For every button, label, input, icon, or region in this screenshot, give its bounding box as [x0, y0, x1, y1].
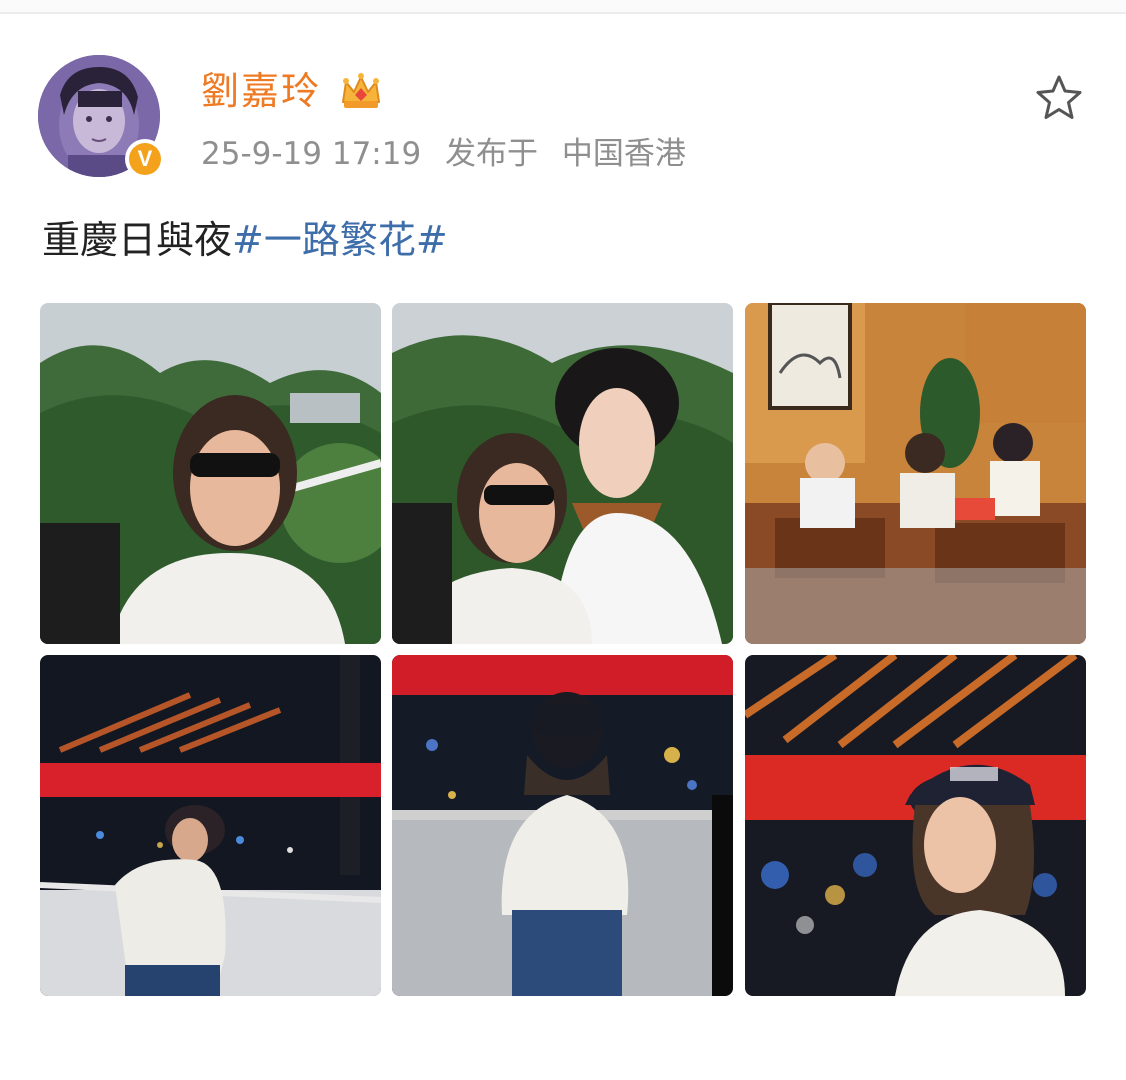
star-icon[interactable]: [1033, 72, 1085, 124]
verified-v-icon: V: [129, 143, 161, 175]
location-prefix: 发布于: [445, 136, 539, 172]
avatar-container[interactable]: V: [38, 55, 165, 179]
photo-2[interactable]: [392, 303, 733, 644]
weibo-post: V 劉嘉玲 25-9-19 17:19 发布于 中国香港 重慶日與夜#一路繁花#: [0, 0, 1126, 1080]
crown-icon: [342, 73, 380, 108]
photo-6[interactable]: [745, 655, 1086, 996]
photo-1[interactable]: [40, 303, 381, 644]
hashtag-link[interactable]: #一路繁花#: [232, 218, 448, 262]
photo-grid: [40, 303, 1086, 996]
verified-badge: V: [125, 139, 165, 179]
post-location[interactable]: 中国香港: [562, 136, 686, 172]
post-timestamp: 25-9-19 17:19: [201, 136, 422, 172]
photo-3[interactable]: [745, 303, 1086, 644]
post-meta: 25-9-19 17:19 发布于 中国香港: [201, 134, 700, 174]
post-text: 重慶日與夜#一路繁花#: [42, 212, 448, 268]
post-body: 重慶日與夜: [42, 218, 233, 262]
photo-5[interactable]: [392, 655, 733, 996]
photo-4[interactable]: [40, 655, 381, 996]
username[interactable]: 劉嘉玲: [201, 68, 321, 114]
